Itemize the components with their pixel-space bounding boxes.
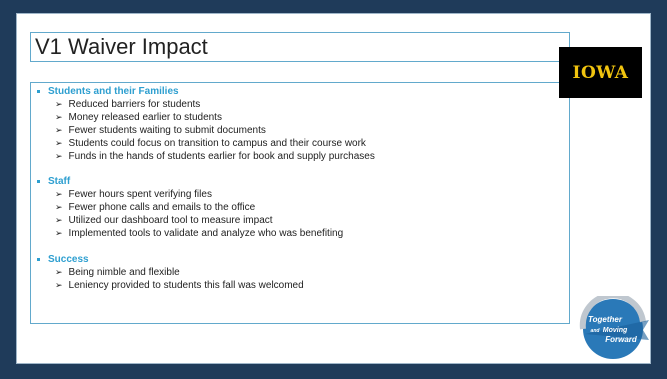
badge-line3: Forward <box>605 335 638 344</box>
list-item: ➢ Money released earlier to students <box>37 111 375 124</box>
section-students: Students and their Families ➢ Reduced bar… <box>37 85 375 163</box>
list-item-text: Funds in the hands of students earlier f… <box>68 151 375 162</box>
list-item-text: Reduced barriers for students <box>68 99 201 110</box>
list-item-text: Money released earlier to students <box>68 112 222 123</box>
arrow-bullet-icon: ➢ <box>55 189 63 199</box>
arrow-bullet-icon: ➢ <box>55 202 63 212</box>
list-item: ➢ Utilized our dashboard tool to measure … <box>37 214 343 227</box>
list-item: ➢ Being nimble and flexible <box>37 266 304 279</box>
together-moving-forward-badge: Together and Moving Forward <box>579 296 649 359</box>
arrow-bullet-icon: ➢ <box>55 267 63 277</box>
list-item-text: Students could focus on transition to ca… <box>68 138 366 149</box>
badge-connector: and <box>591 328 601 334</box>
section-heading: Students and their Families <box>37 85 375 98</box>
arrow-bullet-icon: ➢ <box>55 228 63 238</box>
list-item-text: Fewer hours spent verifying files <box>68 189 212 200</box>
list-item: ➢ Implemented tools to validate and analy… <box>37 227 343 240</box>
arrow-bullet-icon: ➢ <box>55 215 63 225</box>
bullet-icon <box>37 258 40 261</box>
section-heading: Staff <box>37 175 343 188</box>
list-item-text: Fewer phone calls and emails to the offi… <box>68 202 256 213</box>
list-item: ➢ Students could focus on transition to c… <box>37 137 375 150</box>
arrow-bullet-icon: ➢ <box>55 138 63 148</box>
iowa-logo-text: IOWA <box>572 62 629 83</box>
arrow-bullet-icon: ➢ <box>55 151 63 161</box>
arrow-bullet-icon: ➢ <box>55 112 63 122</box>
section-heading-text: Staff <box>48 176 71 187</box>
list-item-text: Being nimble and flexible <box>68 267 180 278</box>
section-success: Success ➢ Being nimble and flexible ➢ Leni… <box>37 253 304 292</box>
section-heading-text: Students and their Families <box>48 86 179 97</box>
section-heading-text: Success <box>48 254 89 265</box>
list-item: ➢ Reduced barriers for students <box>37 98 375 111</box>
list-item: ➢ Fewer phone calls and emails to the off… <box>37 201 343 214</box>
arrow-bullet-icon: ➢ <box>55 280 63 290</box>
list-item: ➢ Fewer students waiting to submit docume… <box>37 124 375 137</box>
iowa-logo: IOWA <box>559 47 642 98</box>
arrow-bullet-icon: ➢ <box>55 125 63 135</box>
list-item: ➢ Funds in the hands of students earlier … <box>37 150 375 163</box>
badge-line1: Together <box>588 315 623 324</box>
bullet-icon <box>37 180 40 183</box>
title-box: V1 Waiver Impact <box>30 32 570 62</box>
list-item-text: Implemented tools to validate and analyz… <box>68 228 344 239</box>
badge-line2: Moving <box>603 327 628 334</box>
arrow-bullet-icon: ➢ <box>55 99 63 109</box>
list-item: ➢ Fewer hours spent verifying files <box>37 188 343 201</box>
list-item-text: Fewer students waiting to submit documen… <box>68 125 266 136</box>
content-box: Students and their Families ➢ Reduced bar… <box>30 82 570 324</box>
bullet-icon <box>37 90 40 93</box>
list-item-text: Utilized our dashboard tool to measure i… <box>68 215 273 226</box>
list-item-text: Leniency provided to students this fall … <box>68 280 304 291</box>
section-staff: Staff ➢ Fewer hours spent verifying files… <box>37 175 343 240</box>
list-item: ➢ Leniency provided to students this fall… <box>37 279 304 292</box>
slide-title: V1 Waiver Impact <box>35 34 208 59</box>
section-heading: Success <box>37 253 304 266</box>
